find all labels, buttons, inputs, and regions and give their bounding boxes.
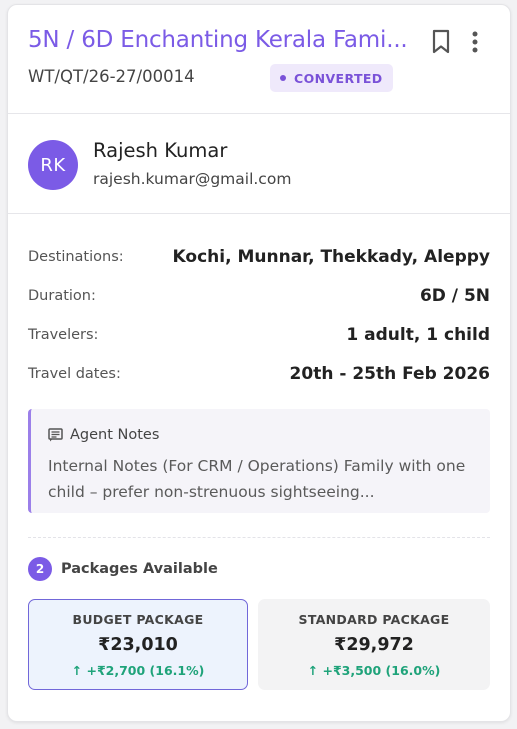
detail-label: Duration: <box>28 288 96 304</box>
detail-row-travel-dates: Travel dates: 20th - 25th Feb 2026 <box>28 354 490 393</box>
more-options-button[interactable] <box>468 29 482 55</box>
section-divider <box>28 537 490 538</box>
more-vertical-icon <box>472 31 478 53</box>
detail-value: 1 adult, 1 child <box>346 325 490 345</box>
detail-value: 20th - 25th Feb 2026 <box>289 364 490 384</box>
package-price: ₹23,010 <box>98 635 178 655</box>
quote-title[interactable]: 5N / 6D Enchanting Kerala Fami... <box>28 27 408 53</box>
notes-icon <box>48 428 63 442</box>
quote-card: 5N / 6D Enchanting Kerala Fami... WT/QT/… <box>7 4 511 722</box>
package-card-budget[interactable]: BUDGET PACKAGE ₹23,010 ↑ +₹2,700 (16.1%) <box>28 599 248 690</box>
customer-section: RK Rajesh Kumar rajesh.kumar@gmail.com <box>8 114 510 214</box>
detail-label: Destinations: <box>28 249 124 265</box>
agent-notes-heading: Agent Notes <box>48 427 159 443</box>
status-badge: CONVERTED <box>270 64 393 92</box>
detail-label: Travelers: <box>28 327 99 343</box>
packages-heading-label: Packages Available <box>61 561 218 577</box>
customer-email[interactable]: rajesh.kumar@gmail.com <box>93 170 291 188</box>
detail-row-travelers: Travelers: 1 adult, 1 child <box>28 315 490 354</box>
agent-notes-title: Agent Notes <box>70 427 160 443</box>
package-price: ₹29,972 <box>334 635 414 655</box>
packages-heading: 2 Packages Available <box>28 557 218 581</box>
quote-id: WT/QT/26-27/00014 <box>28 67 195 86</box>
detail-value: Kochi, Munnar, Thekkady, Aleppy <box>172 247 490 267</box>
detail-row-destinations: Destinations: Kochi, Munnar, Thekkady, A… <box>28 237 490 276</box>
package-card-standard[interactable]: STANDARD PACKAGE ₹29,972 ↑ +₹3,500 (16.0… <box>258 599 490 690</box>
agent-notes: Agent Notes Internal Notes (For CRM / Op… <box>28 409 490 513</box>
package-name: STANDARD PACKAGE <box>298 612 450 627</box>
avatar: RK <box>28 140 78 190</box>
detail-row-duration: Duration: 6D / 5N <box>28 276 490 315</box>
quote-header: 5N / 6D Enchanting Kerala Fami... WT/QT/… <box>8 5 510 114</box>
customer-name: Rajesh Kumar <box>93 139 228 162</box>
package-delta: ↑ +₹2,700 (16.1%) <box>71 663 205 678</box>
agent-notes-text: Internal Notes (For CRM / Operations) Fa… <box>48 457 466 501</box>
bookmark-button[interactable] <box>430 29 454 55</box>
package-name: BUDGET PACKAGE <box>72 612 204 627</box>
detail-value: 6D / 5N <box>419 286 490 306</box>
status-dot <box>280 75 286 81</box>
packages-count-badge: 2 <box>28 557 52 581</box>
package-delta: ↑ +₹3,500 (16.0%) <box>307 663 441 678</box>
bookmark-icon <box>432 29 450 54</box>
status-label: CONVERTED <box>294 70 383 86</box>
trip-details: Destinations: Kochi, Munnar, Thekkady, A… <box>28 237 490 393</box>
detail-label: Travel dates: <box>28 366 121 382</box>
